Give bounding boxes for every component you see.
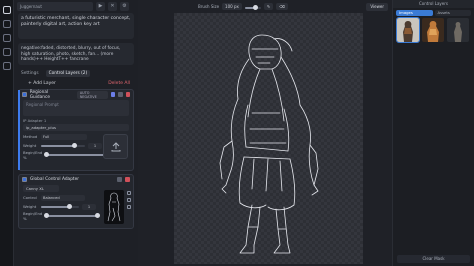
image-upload-dropzone[interactable] xyxy=(103,134,128,159)
gallery-thumbnail[interactable] xyxy=(396,17,420,43)
layer-enabled-checkbox[interactable] xyxy=(22,177,27,182)
begin-end-label: Begin/End % xyxy=(23,210,43,221)
drawing-canvas[interactable] xyxy=(174,13,363,264)
begin-end-slider[interactable] xyxy=(44,212,100,218)
app-window: Juggernaut ▶ ✕ ⚙ a futuristic merchant, … xyxy=(0,0,474,266)
left-panel: Juggernaut ▶ ✕ ⚙ a futuristic merchant, … xyxy=(14,0,138,266)
eraser-tool-icon[interactable]: ⌫ xyxy=(276,3,288,10)
weight-label: Weight xyxy=(23,143,37,148)
tab-settings[interactable]: Settings xyxy=(18,70,42,77)
card-header: Global Control Adapter xyxy=(19,175,133,184)
layer-title: Global Control Adapter xyxy=(30,177,80,182)
queue-icon[interactable] xyxy=(2,62,11,70)
canvas-icon[interactable] xyxy=(2,20,11,28)
delete-all-button[interactable]: Delete All xyxy=(108,81,130,86)
cancel-icon[interactable]: ✕ xyxy=(108,2,117,11)
canvas-area: Brush Size 100 px ✎ ⌫ Viewer xyxy=(138,0,392,266)
negative-prompt[interactable]: negative:faded, distorted, blurry, out o… xyxy=(18,43,134,65)
tab-assets[interactable]: Assets xyxy=(434,10,471,16)
layer-actions: + Add Layer Delete All xyxy=(28,81,130,86)
positive-prompt[interactable]: a futuristic merchant, single character … xyxy=(18,13,134,39)
menu-icon[interactable] xyxy=(118,92,123,97)
gallery-tabs: Images Assets xyxy=(396,10,471,16)
weight-slider[interactable] xyxy=(41,203,79,209)
weight-input[interactable]: 1 xyxy=(88,142,102,149)
image-gallery xyxy=(396,17,470,43)
control-model-select[interactable]: Canny XL xyxy=(23,185,59,192)
panel-tabs: Settings Control Layers (2) xyxy=(18,70,134,77)
slider-knob[interactable] xyxy=(72,142,77,148)
color-swatch[interactable] xyxy=(110,92,116,97)
end-knob[interactable] xyxy=(95,212,100,218)
clear-mask-button[interactable]: Clear Mask xyxy=(397,255,470,263)
brush-size-label: Brush Size xyxy=(198,4,220,9)
control-label: Control xyxy=(23,195,37,200)
method-select[interactable]: Full xyxy=(41,133,87,140)
regional-prompt-input[interactable]: Regional Prompt xyxy=(23,100,129,116)
control-image-preview[interactable] xyxy=(104,190,124,224)
thumbnail-image xyxy=(447,18,469,42)
tab-control-layers[interactable]: Control Layers (2) xyxy=(45,70,91,77)
models-icon[interactable] xyxy=(2,48,11,56)
edge-map-image xyxy=(107,192,121,222)
begin-end-slider[interactable] xyxy=(44,151,108,157)
brush-control: Brush Size 100 px ✎ ⌫ xyxy=(198,3,288,10)
regional-guidance-card: Regional Guidance AUTO NEGATIVE Regional… xyxy=(18,89,134,171)
top-toolbar: Juggernaut ▶ ✕ ⚙ xyxy=(14,0,138,13)
begin-end-label: Begin/End % xyxy=(23,149,43,160)
weight-label: Weight xyxy=(23,204,37,209)
thumbnail-image xyxy=(422,18,444,42)
ip-adapter-label: IP Adapter 1 xyxy=(23,118,47,123)
layer-accent xyxy=(18,90,20,170)
brush-tool-icon[interactable]: ✎ xyxy=(263,3,274,10)
brush-size-input[interactable]: 100 px xyxy=(222,3,242,10)
tab-images[interactable]: Images xyxy=(396,10,433,16)
gallery-thumbnail[interactable] xyxy=(422,18,444,42)
add-layer-button[interactable]: + Add Layer xyxy=(28,81,56,86)
delete-icon[interactable] xyxy=(125,92,130,97)
viewer-button[interactable]: Viewer xyxy=(366,3,388,11)
upload-icon xyxy=(111,141,120,151)
begin-knob[interactable] xyxy=(44,212,49,218)
weight-slider[interactable] xyxy=(41,142,85,148)
color-swatch[interactable] xyxy=(117,177,122,182)
settings-icon[interactable]: ⚙ xyxy=(120,2,129,11)
slider-knob[interactable] xyxy=(252,4,258,10)
canvas-toolbar: Brush Size 100 px ✎ ⌫ Viewer xyxy=(138,0,392,13)
method-label: Method xyxy=(23,134,38,139)
model-select[interactable]: Juggernaut xyxy=(17,2,93,11)
card-header: Regional Guidance AUTO NEGATIVE xyxy=(19,89,133,100)
begin-knob[interactable] xyxy=(44,151,49,157)
image-icon[interactable] xyxy=(2,6,11,14)
layer-enabled-checkbox[interactable] xyxy=(22,92,27,97)
delete-icon[interactable] xyxy=(125,177,130,182)
icon-rail xyxy=(0,0,14,266)
control-mode-select[interactable]: Balanced xyxy=(41,194,85,201)
weight-input[interactable]: 1 xyxy=(82,203,96,210)
reset-icon[interactable] xyxy=(127,191,131,195)
workflow-icon[interactable] xyxy=(2,34,11,42)
character-lineart xyxy=(219,34,319,254)
right-panel: Control Layers Images Assets Clear Mask xyxy=(392,0,474,266)
slider-knob[interactable] xyxy=(67,203,72,209)
layer-title: Regional Guidance xyxy=(29,89,51,100)
gallery-thumbnail[interactable] xyxy=(447,18,469,42)
thumbnail-image xyxy=(397,18,419,42)
save-icon[interactable] xyxy=(127,198,131,202)
right-panel-title: Control Layers xyxy=(393,0,474,8)
preview-actions xyxy=(127,191,131,209)
invoke-icon[interactable]: ▶ xyxy=(96,2,105,11)
dimensions-icon[interactable] xyxy=(127,205,131,209)
control-adapter-card: Global Control Adapter Canny XL Control … xyxy=(18,174,134,229)
ip-adapter-select[interactable]: ip_adapter_plus xyxy=(23,124,129,131)
auto-negative-badge[interactable]: AUTO NEGATIVE xyxy=(76,90,108,99)
brush-size-slider[interactable] xyxy=(244,4,261,10)
